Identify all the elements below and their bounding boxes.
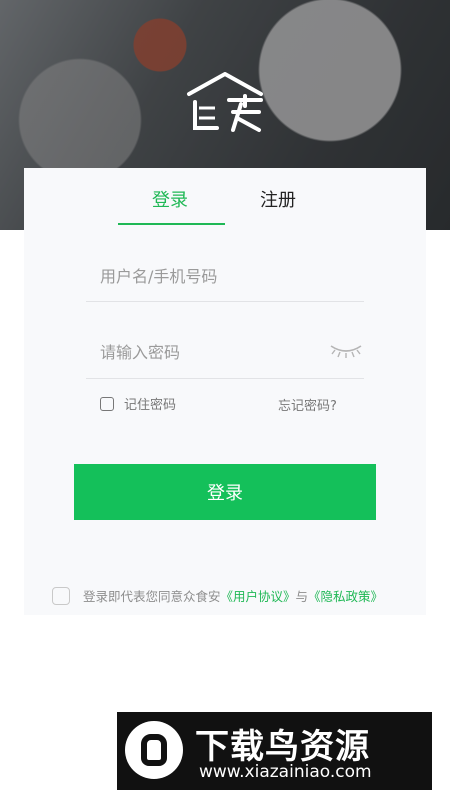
active-tab-indicator <box>118 223 225 225</box>
agreement-prefix: 登录即代表您同意众食安 <box>83 589 221 604</box>
tab-login[interactable]: 登录 <box>152 186 188 212</box>
privacy-policy-link[interactable]: 《隐私政策》 <box>308 589 383 604</box>
remember-label: 记住密码 <box>124 398 177 413</box>
bird-logo-icon <box>125 721 183 779</box>
app-logo <box>187 72 263 132</box>
watermark-name: 下载鸟资源 <box>195 727 370 767</box>
agreement-text: 登录即代表您同意众食安《用户协议》与《隐私政策》 <box>83 586 383 605</box>
forgot-password-link[interactable]: 忘记密码? <box>278 395 337 414</box>
login-card: 登录 注册 记住密码 忘记密码? 登录 登录即代表您同意众食安《用户协议》与《隐… <box>24 168 426 615</box>
login-button[interactable]: 登录 <box>74 464 376 520</box>
agreement-checkbox[interactable] <box>52 586 70 605</box>
agreement-connector: 与 <box>295 589 309 604</box>
remember-password[interactable]: 记住密码 <box>100 394 176 413</box>
remember-checkbox[interactable] <box>100 396 114 411</box>
password-divider <box>86 378 364 379</box>
user-agreement-link[interactable]: 《用户协议》 <box>221 589 296 604</box>
agreement-row: 登录即代表您同意众食安《用户协议》与《隐私政策》 <box>52 586 383 605</box>
watermark-url: www.xiazainiao.com <box>199 762 372 782</box>
password-input[interactable] <box>86 332 364 372</box>
eye-closed-icon[interactable] <box>328 341 364 359</box>
tab-register[interactable]: 注册 <box>260 186 296 212</box>
watermark: 下载鸟资源 www.xiazainiao.com <box>117 712 432 790</box>
username-divider <box>86 301 364 302</box>
username-input[interactable] <box>86 256 364 296</box>
